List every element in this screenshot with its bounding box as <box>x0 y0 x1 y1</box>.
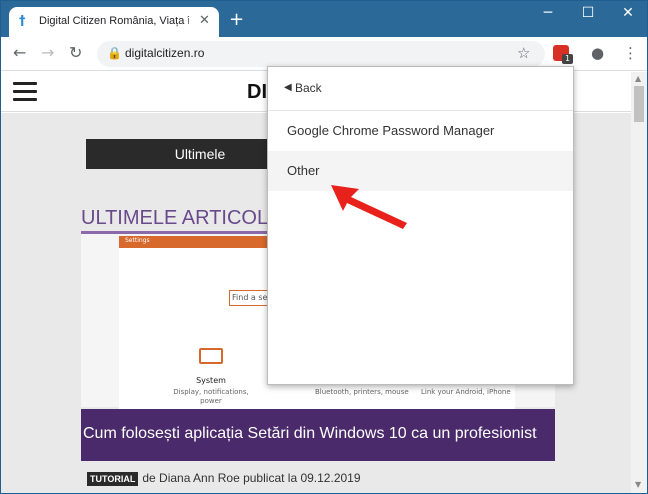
scroll-thumb[interactable] <box>634 86 644 122</box>
browser-tab[interactable]: † Digital Citizen România, Viața în ✕ <box>9 7 219 37</box>
annotation-arrow-icon <box>331 185 407 229</box>
section-title: ULTIMELE ARTICOLE <box>81 207 282 229</box>
page-scrollbar[interactable]: ▲ ▼ <box>631 72 647 493</box>
byline-text: de Diana Ann Roe publicat la 09.12.2019 <box>142 471 361 485</box>
forward-arrow-icon[interactable]: → <box>41 43 54 62</box>
article-byline: TUTORIAL de Diana Ann Roe publicat la 09.… <box>87 471 361 486</box>
title-bar: † Digital Citizen România, Viața în ✕ + … <box>1 1 647 37</box>
laptop-icon <box>199 348 223 364</box>
close-window-icon[interactable]: ✕ <box>613 5 643 21</box>
minimize-icon[interactable]: ─ <box>533 5 563 21</box>
browser-window: † Digital Citizen România, Viața în ✕ + … <box>0 0 648 494</box>
hamburger-menu-icon[interactable] <box>13 82 37 106</box>
popup-item-chrome-password-manager[interactable]: Google Chrome Password Manager <box>268 111 573 151</box>
reload-icon[interactable]: ↻ <box>69 43 82 62</box>
scroll-up-icon[interactable]: ▲ <box>635 74 641 83</box>
scroll-down-icon[interactable]: ▼ <box>635 480 641 489</box>
back-arrow-icon[interactable]: ← <box>13 43 26 62</box>
devices-desc: Bluetooth, printers, mouse <box>315 388 409 396</box>
settings-title: Settings <box>125 237 150 244</box>
system-desc: Display, notifications, power <box>173 388 249 405</box>
popup-back-button[interactable]: ◀ Back <box>268 67 573 111</box>
site-logo[interactable]: DI <box>247 81 267 104</box>
back-triangle-icon: ◀ <box>284 82 292 93</box>
tutorial-tag[interactable]: TUTORIAL <box>87 472 139 486</box>
article-headline[interactable]: Cum folosești aplicația Setări din Windo… <box>81 409 555 461</box>
back-label: Back <box>295 81 322 95</box>
new-tab-icon[interactable]: + <box>229 9 244 30</box>
site-favicon-icon: † <box>19 14 26 29</box>
bookmark-star-icon[interactable]: ☆ <box>517 44 530 62</box>
tab-title: Digital Citizen România, Viața în <box>39 15 189 27</box>
profile-icon[interactable]: ● <box>591 44 604 62</box>
tab-close-icon[interactable]: ✕ <box>199 13 210 28</box>
menu-dots-icon[interactable]: ⋮ <box>623 44 638 62</box>
lock-icon: 🔒 <box>107 46 122 60</box>
phone-desc: Link your Android, iPhone <box>421 388 511 396</box>
password-extension-icon[interactable]: 1 <box>553 45 573 64</box>
system-title: System <box>196 376 226 385</box>
address-bar[interactable]: 🔒 digitalcitizen.ro ☆ <box>97 41 545 67</box>
find-setting-box: Find a sett <box>229 290 269 306</box>
extension-badge: 1 <box>562 54 573 64</box>
maximize-icon[interactable]: ☐ <box>573 5 603 21</box>
url-text[interactable]: digitalcitizen.ro <box>125 46 204 60</box>
